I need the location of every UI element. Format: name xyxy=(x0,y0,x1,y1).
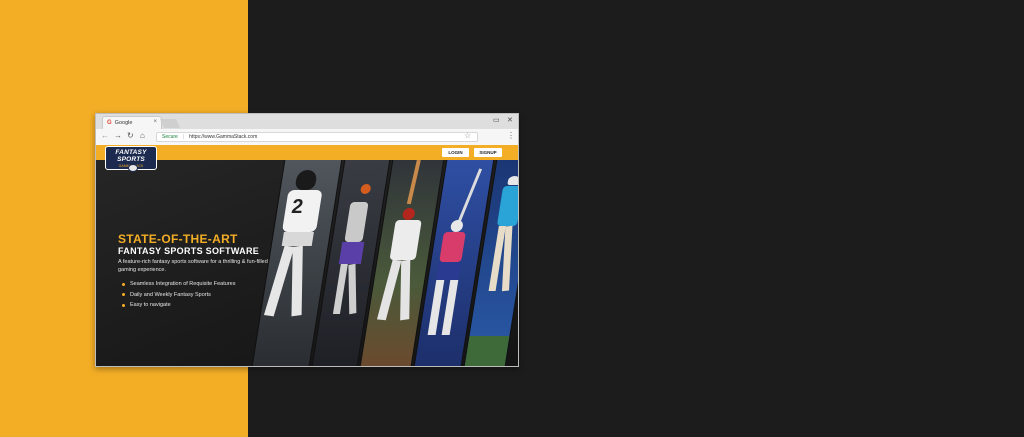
hockey-jersey xyxy=(439,232,466,262)
address-separator: | xyxy=(182,134,185,140)
hockey-stick-icon xyxy=(455,168,483,228)
logo-title: FANTASY SPORTS xyxy=(115,149,147,163)
feature-item: Easy to navigate xyxy=(122,300,235,311)
website-viewport: LOGIN SIGNUP FANTASY SPORTS GAMMASTACK 2 xyxy=(96,145,518,366)
address-bar[interactable]: Secure | https://www.GammaStack.com xyxy=(156,132,478,142)
login-button[interactable]: LOGIN xyxy=(442,148,469,157)
basketball-icon xyxy=(359,184,372,194)
football-leg-right xyxy=(291,245,303,317)
football-leg-left xyxy=(263,245,295,317)
baseball-helmet-icon xyxy=(401,208,416,220)
tab-close-icon[interactable]: × xyxy=(153,119,157,125)
golf-shirt xyxy=(496,186,518,226)
baseball-leg-left xyxy=(376,259,402,321)
hero-title-line2: FANTASY SPORTS SOFTWARE xyxy=(118,246,260,256)
browser-tab[interactable]: G Google × xyxy=(102,116,162,129)
browser-window: G Google × ▭ ✕ ← → ↻ ⌂ Secure | https://… xyxy=(95,113,519,367)
feature-list: Seamless Integration of Requisite Featur… xyxy=(122,279,235,311)
close-window-icon[interactable]: ✕ xyxy=(507,116,513,124)
baseball-leg-right xyxy=(400,259,411,321)
hockey-helmet-icon xyxy=(449,220,464,232)
football-icon xyxy=(128,164,138,172)
reload-icon[interactable]: ↻ xyxy=(127,131,134,140)
baseball-bat-icon xyxy=(406,160,421,205)
url-text: https://www.GammaStack.com xyxy=(189,134,258,140)
baseball-jersey xyxy=(389,220,422,260)
hero-title-line1: STATE-OF-THE-ART xyxy=(118,232,238,246)
feature-item: Seamless Integration of Requisite Featur… xyxy=(122,279,235,290)
menu-dots-icon[interactable]: ⋮ xyxy=(507,131,515,140)
hockey-leg-right xyxy=(441,280,459,335)
football-pants xyxy=(281,232,314,246)
basketball-leg-left xyxy=(332,264,348,314)
back-arrow-icon[interactable]: ← xyxy=(101,131,109,140)
bullet-icon xyxy=(122,293,125,297)
hero-section: 2 STATE-OF-THE-ART FANTASY SPORTS SOFTWA… xyxy=(96,160,518,366)
bookmark-star-icon[interactable]: ☆ xyxy=(464,131,471,140)
feature-item: Daily and Weekly Fantasy Sports xyxy=(122,290,235,301)
forward-arrow-icon[interactable]: → xyxy=(114,131,122,140)
basketball-shorts xyxy=(338,242,365,264)
browser-toolbar: ← → ↻ ⌂ Secure | https://www.GammaStack.… xyxy=(96,129,518,146)
home-icon[interactable]: ⌂ xyxy=(140,131,145,140)
basketball-jersey xyxy=(344,202,369,242)
minimize-icon[interactable]: ▭ xyxy=(493,116,500,124)
signup-button[interactable]: SIGNUP xyxy=(474,148,502,157)
hockey-shorts xyxy=(436,262,462,280)
site-header: LOGIN SIGNUP xyxy=(96,145,518,160)
basketball-leg-right xyxy=(348,263,357,315)
tab-title: Google xyxy=(114,120,133,126)
tab-bar: G Google × ▭ ✕ xyxy=(96,114,518,129)
hero-description: A feature-rich fantasy sports software f… xyxy=(118,259,268,273)
bullet-icon xyxy=(122,282,125,286)
football-helmet-icon xyxy=(294,170,318,190)
bullet-icon xyxy=(122,303,125,307)
secure-label: Secure xyxy=(162,134,178,140)
golf-cap-icon xyxy=(507,176,518,185)
site-logo[interactable]: FANTASY SPORTS GAMMASTACK xyxy=(105,146,157,172)
golf-grass xyxy=(464,336,510,366)
google-icon: G xyxy=(107,120,112,126)
new-tab-button[interactable] xyxy=(159,119,181,128)
